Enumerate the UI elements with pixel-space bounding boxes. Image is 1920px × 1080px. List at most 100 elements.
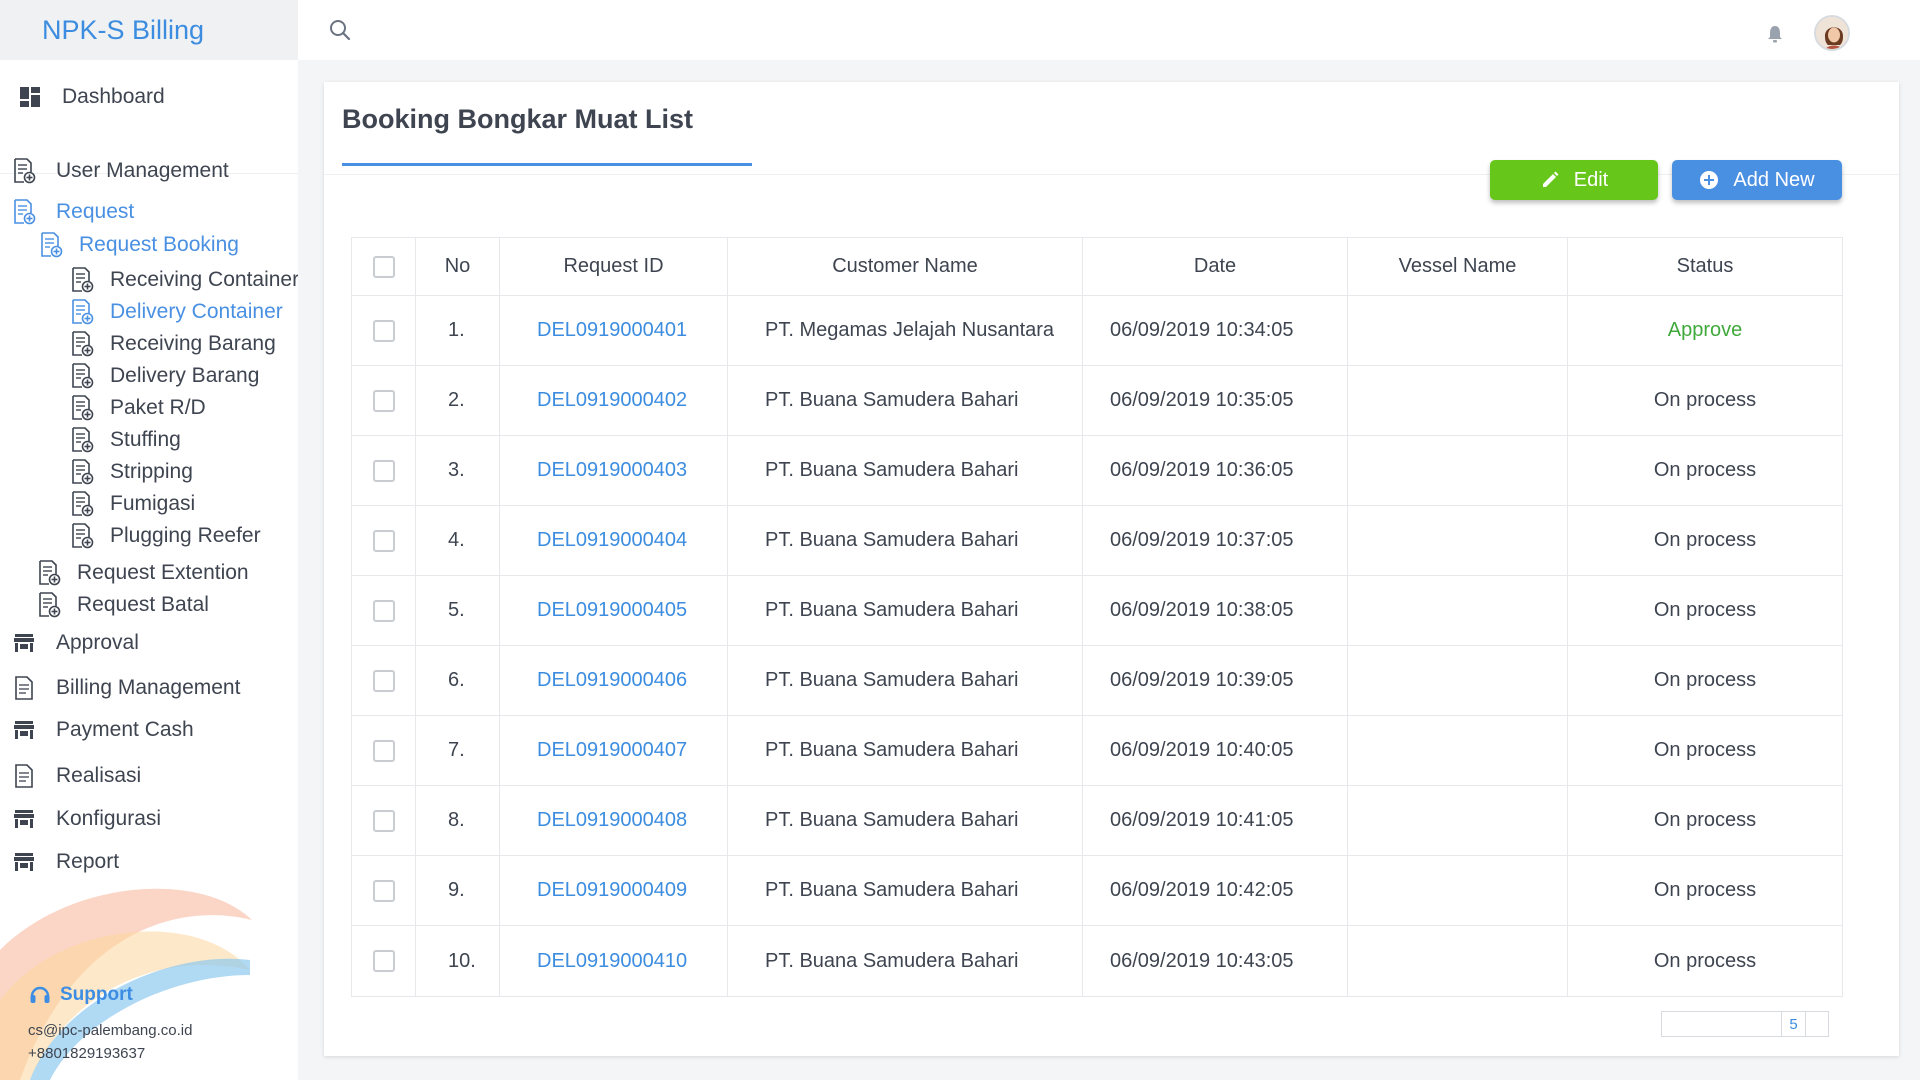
sidebar-item-delivery-container[interactable]: Delivery Container — [70, 299, 283, 325]
request-id-link[interactable]: DEL0919000409 — [537, 879, 687, 902]
sidebar-item-receiving-barang[interactable]: Receiving Barang — [70, 331, 276, 357]
table-row[interactable]: 9. DEL0919000409 PT. Buana Samudera Baha… — [352, 856, 1842, 926]
sidebar-item-label: Payment Cash — [56, 718, 194, 741]
request-id-link[interactable]: DEL0919000407 — [537, 739, 687, 762]
row-checkbox[interactable] — [372, 669, 395, 692]
support-link[interactable]: Support — [28, 983, 133, 1007]
sidebar-item-plugging-reefer[interactable]: Plugging Reefer — [70, 523, 261, 549]
row-date: 06/09/2019 10:43:05 — [1083, 926, 1348, 996]
row-customer-name: PT. Buana Samudera Bahari — [728, 646, 1083, 715]
pagination-next[interactable] — [1806, 1012, 1828, 1036]
document-plus-icon — [37, 592, 61, 618]
request-id-link[interactable]: DEL0919000401 — [537, 319, 687, 342]
header-select-cell — [352, 238, 416, 295]
booking-table: No Request ID Customer Name Date Vessel … — [351, 237, 1843, 997]
row-select-cell — [352, 576, 416, 645]
row-number: 6. — [416, 646, 500, 715]
row-date: 06/09/2019 10:40:05 — [1083, 716, 1348, 785]
document-plus-icon — [37, 560, 61, 586]
request-id-link[interactable]: DEL0919000406 — [537, 669, 687, 692]
table-row[interactable]: 10. DEL0919000410 PT. Buana Samudera Bah… — [352, 926, 1842, 996]
sidebar-item-delivery-barang[interactable]: Delivery Barang — [70, 363, 259, 389]
table-row[interactable]: 8. DEL0919000408 PT. Buana Samudera Baha… — [352, 786, 1842, 856]
row-customer-name: PT. Buana Samudera Bahari — [728, 716, 1083, 785]
sidebar-item-stripping[interactable]: Stripping — [70, 459, 193, 485]
store-icon — [12, 806, 36, 832]
sidebar-item-payment-cash[interactable]: Payment Cash — [12, 717, 194, 743]
search-icon[interactable] — [328, 18, 352, 47]
request-id-link[interactable]: DEL0919000410 — [537, 950, 687, 973]
row-number: 4. — [416, 506, 500, 575]
row-customer-name: PT. Buana Samudera Bahari — [728, 436, 1083, 505]
row-checkbox[interactable] — [372, 739, 395, 762]
document-plus-icon — [12, 158, 36, 184]
sidebar-item-konfigurasi[interactable]: Konfigurasi — [12, 806, 161, 832]
row-request-id-cell: DEL0919000403 — [500, 436, 728, 505]
table-row[interactable]: 2. DEL0919000402 PT. Buana Samudera Baha… — [352, 366, 1842, 436]
status-text: On process — [1653, 669, 1757, 691]
sidebar-item-request-batal[interactable]: Request Batal — [37, 592, 209, 618]
row-select-cell — [352, 926, 416, 996]
row-checkbox[interactable] — [372, 529, 395, 552]
request-id-link[interactable]: DEL0919000403 — [537, 459, 687, 482]
row-number: 10. — [416, 926, 500, 996]
top-bar — [298, 0, 1920, 60]
pagination-input[interactable] — [1662, 1012, 1782, 1036]
row-checkbox[interactable] — [372, 599, 395, 622]
row-select-cell — [352, 786, 416, 855]
row-checkbox[interactable] — [372, 950, 395, 972]
sidebar-item-paket-r-d[interactable]: Paket R/D — [70, 395, 206, 421]
row-date: 06/09/2019 10:37:05 — [1083, 506, 1348, 575]
sidebar-item-stuffing[interactable]: Stuffing — [70, 427, 181, 453]
sidebar-item-approval[interactable]: Approval — [12, 630, 139, 656]
sidebar-item-dashboard[interactable]: Dashboard — [18, 84, 165, 110]
row-checkbox[interactable] — [372, 459, 395, 482]
sidebar-item-billing-management[interactable]: Billing Management — [12, 675, 240, 701]
sidebar-item-request[interactable]: Request — [12, 199, 134, 225]
row-vessel-name — [1348, 576, 1568, 645]
table-row[interactable]: 4. DEL0919000404 PT. Buana Samudera Baha… — [352, 506, 1842, 576]
row-checkbox[interactable] — [372, 879, 395, 902]
table-row[interactable]: 7. DEL0919000407 PT. Buana Samudera Baha… — [352, 716, 1842, 786]
add-new-button-label: Add New — [1733, 168, 1815, 191]
bell-icon[interactable] — [1766, 24, 1784, 49]
row-number: 5. — [416, 576, 500, 645]
sidebar-item-request-extention[interactable]: Request Extention — [37, 560, 249, 586]
sidebar-item-realisasi[interactable]: Realisasi — [12, 763, 141, 789]
edit-button[interactable]: Edit — [1490, 160, 1658, 200]
row-date: 06/09/2019 10:41:05 — [1083, 786, 1348, 855]
document-plus-icon — [70, 267, 94, 293]
sidebar-item-receiving-container[interactable]: Receiving Container — [70, 267, 298, 293]
row-checkbox[interactable] — [372, 389, 395, 412]
pagination: 5 — [1661, 1011, 1829, 1037]
pagination-page[interactable]: 5 — [1782, 1012, 1806, 1036]
row-number: 9. — [416, 856, 500, 925]
row-checkbox[interactable] — [372, 809, 395, 832]
table-row[interactable]: 1. DEL0919000401 PT. Megamas Jelajah Nus… — [352, 296, 1842, 366]
pencil-icon — [1542, 171, 1559, 187]
row-number: 7. — [416, 716, 500, 785]
table-row[interactable]: 3. DEL0919000403 PT. Buana Samudera Baha… — [352, 436, 1842, 506]
booking-list-card: Booking Bongkar Muat List Edit Add New N… — [324, 82, 1899, 1056]
request-id-link[interactable]: DEL0919000408 — [537, 809, 687, 832]
request-id-link[interactable]: DEL0919000405 — [537, 599, 687, 622]
add-new-button[interactable]: Add New — [1672, 160, 1842, 200]
document-icon — [12, 763, 36, 789]
table-row[interactable]: 6. DEL0919000406 PT. Buana Samudera Baha… — [352, 646, 1842, 716]
request-id-link[interactable]: DEL0919000402 — [537, 389, 687, 412]
column-header-date: Date — [1083, 238, 1348, 295]
sidebar-item-user-management[interactable]: User Management — [12, 158, 229, 184]
sidebar-item-fumigasi[interactable]: Fumigasi — [70, 491, 195, 517]
row-vessel-name — [1348, 436, 1568, 505]
request-id-link[interactable]: DEL0919000404 — [537, 529, 687, 552]
sidebar-item-request-booking[interactable]: Request Booking — [39, 232, 239, 258]
row-checkbox[interactable] — [372, 319, 395, 342]
table-row[interactable]: 5. DEL0919000405 PT. Buana Samudera Baha… — [352, 576, 1842, 646]
sidebar-item-report[interactable]: Report — [12, 849, 119, 875]
row-request-id-cell: DEL0919000402 — [500, 366, 728, 435]
sidebar-item-label: Konfigurasi — [56, 807, 162, 830]
avatar[interactable] — [1814, 15, 1850, 51]
row-status: On process — [1568, 506, 1842, 575]
row-date: 06/09/2019 10:39:05 — [1083, 646, 1348, 715]
select-all-checkbox[interactable] — [372, 255, 395, 278]
